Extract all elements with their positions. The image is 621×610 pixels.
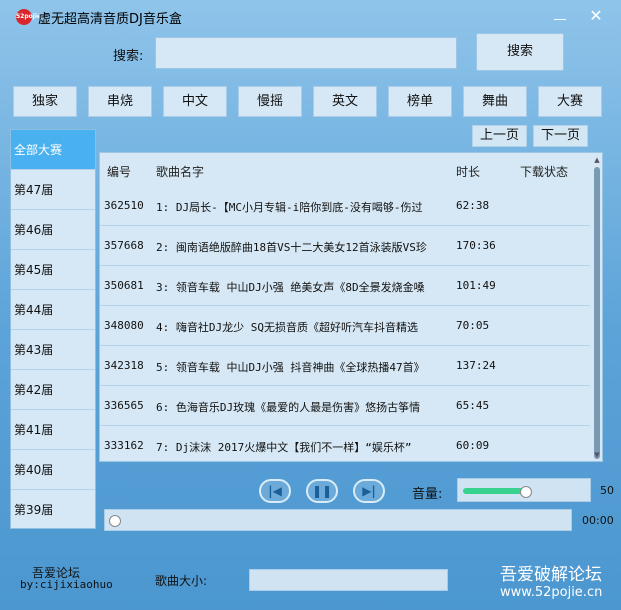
contest-list-item[interactable]: 第44届 xyxy=(11,290,95,330)
prev-page-button[interactable]: 上一页 xyxy=(472,125,527,147)
song-name: 3: 领音车载 中山DJ小强 绝美女声《8D全景发烧金嗓 xyxy=(156,281,425,294)
contest-list-item[interactable]: 第41届 xyxy=(11,410,95,450)
song-name: 4: 嗨音社DJ龙少 SQ无损音质《超好听汽车抖音精选 xyxy=(156,321,418,334)
song-id: 336565 xyxy=(104,399,144,412)
search-label: 搜索: xyxy=(113,49,144,64)
watermark-url: www.52pojie.cn xyxy=(500,585,603,600)
song-duration: 137:24 xyxy=(456,359,496,372)
table-scrollbar[interactable] xyxy=(594,167,600,459)
category-button[interactable]: 大赛 xyxy=(538,86,602,117)
contest-list[interactable]: 全部大赛 第47届 第46届 第45届 第44届 第43届 第42届 第41届 … xyxy=(10,129,96,529)
volume-fill xyxy=(463,488,525,494)
category-button[interactable]: 舞曲 xyxy=(463,86,527,117)
skip-forward-icon: ▶| xyxy=(362,484,376,498)
song-table[interactable]: 编号 歌曲名字 时长 下载状态 362510 1: DJ局长-【MC小月专辑-i… xyxy=(99,152,603,462)
contest-list-item[interactable]: 第46届 xyxy=(11,210,95,250)
category-button[interactable]: 中文 xyxy=(163,86,227,117)
watermark-title: 吾爱破解论坛 xyxy=(500,565,602,585)
column-header-name[interactable]: 歌曲名字 xyxy=(156,163,204,180)
column-header-duration[interactable]: 时长 xyxy=(456,163,480,180)
title-bar[interactable]: 52pojie 虚无超高清音质DJ音乐盒 ✕ xyxy=(0,0,621,32)
contest-list-item[interactable]: 第40届 xyxy=(11,450,95,490)
song-name: 2: 闽南语绝版醉曲18首VS十二大美女12首泳装版VS珍 xyxy=(156,241,427,254)
search-button[interactable]: 搜索 xyxy=(476,33,564,71)
scroll-up-icon[interactable]: ▲ xyxy=(594,157,600,164)
song-duration: 65:45 xyxy=(456,399,490,412)
progress-slider[interactable] xyxy=(104,509,572,531)
column-header-id[interactable]: 编号 xyxy=(107,163,131,180)
next-track-button[interactable]: ▶| xyxy=(353,479,385,503)
app-logo-icon: 52pojie xyxy=(16,9,41,25)
contest-list-item[interactable]: 第42届 xyxy=(11,370,95,410)
song-duration: 62:38 xyxy=(456,199,490,212)
table-row[interactable]: 348080 4: 嗨音社DJ龙少 SQ无损音质《超好听汽车抖音精选 70:05 xyxy=(100,306,590,346)
song-name: 1: DJ局长-【MC小月专辑-i陪你到底-没有喝够-伤过 xyxy=(156,201,423,214)
category-button[interactable]: 慢摇 xyxy=(238,86,302,117)
table-row[interactable]: 336565 6: 色海音乐DJ玫瑰《最爱的人最是伤害》悠扬古筝情 65:45 xyxy=(100,386,590,426)
table-row[interactable]: 350681 3: 领音车载 中山DJ小强 绝美女声《8D全景发烧金嗓 101:… xyxy=(100,266,590,306)
search-input[interactable] xyxy=(155,37,457,69)
song-id: 342318 xyxy=(104,359,144,372)
song-id: 362510 xyxy=(104,199,144,212)
window-title: 虚无超高清音质DJ音乐盒 xyxy=(38,12,182,27)
volume-label: 音量: xyxy=(412,487,443,502)
song-duration: 60:09 xyxy=(456,439,490,452)
song-size-label: 歌曲大小: xyxy=(155,574,208,588)
progress-knob[interactable] xyxy=(109,515,121,527)
contest-list-item[interactable]: 全部大赛 xyxy=(11,130,95,170)
pause-icon: ❚❚ xyxy=(311,484,333,498)
song-duration: 70:05 xyxy=(456,319,490,332)
pause-button[interactable]: ❚❚ xyxy=(306,479,338,503)
next-page-button[interactable]: 下一页 xyxy=(533,125,588,147)
song-id: 333162 xyxy=(104,439,144,452)
contest-list-item[interactable]: 第47届 xyxy=(11,170,95,210)
song-name: 7: Dj沫沫 2017火爆中文【我们不一样】“娱乐杯” xyxy=(156,441,412,454)
song-id: 348080 xyxy=(104,319,144,332)
minimize-button[interactable] xyxy=(549,6,571,26)
song-duration: 101:49 xyxy=(456,279,496,292)
category-button[interactable]: 榜单 xyxy=(388,86,452,117)
song-id: 350681 xyxy=(104,279,144,292)
song-name: 5: 领音车载 中山DJ小强 抖音神曲《全球热播47首》 xyxy=(156,361,425,374)
volume-slider[interactable] xyxy=(457,478,591,502)
table-row[interactable]: 342318 5: 领音车载 中山DJ小强 抖音神曲《全球热播47首》 137:… xyxy=(100,346,590,386)
author-credit: by:cijixiaohuo xyxy=(20,578,113,591)
contest-list-item[interactable]: 第43届 xyxy=(11,330,95,370)
song-id: 357668 xyxy=(104,239,144,252)
song-duration: 170:36 xyxy=(456,239,496,252)
table-row[interactable]: 357668 2: 闽南语绝版醉曲18首VS十二大美女12首泳装版VS珍 170… xyxy=(100,226,590,266)
volume-value: 50 xyxy=(600,484,614,497)
close-button[interactable]: ✕ xyxy=(585,5,607,27)
column-header-download[interactable]: 下载状态 xyxy=(520,163,568,180)
table-row[interactable]: 362510 1: DJ局长-【MC小月专辑-i陪你到底-没有喝够-伤过 62:… xyxy=(100,186,590,226)
contest-list-item[interactable]: 第45届 xyxy=(11,250,95,290)
volume-knob[interactable] xyxy=(520,486,532,498)
contest-list-item[interactable]: 第39届 xyxy=(11,490,95,528)
scroll-down-icon[interactable]: ▼ xyxy=(594,452,600,459)
previous-track-button[interactable]: |◀ xyxy=(259,479,291,503)
song-name: 6: 色海音乐DJ玫瑰《最爱的人最是伤害》悠扬古筝情 xyxy=(156,401,421,414)
category-button[interactable]: 英文 xyxy=(313,86,377,117)
skip-back-icon: |◀ xyxy=(268,484,282,498)
song-size-field xyxy=(249,569,448,591)
table-row[interactable]: 333162 7: Dj沫沫 2017火爆中文【我们不一样】“娱乐杯” 60:0… xyxy=(100,426,590,461)
category-button[interactable]: 独家 xyxy=(13,86,77,117)
category-button[interactable]: 串烧 xyxy=(88,86,152,117)
playback-time: 00:00 xyxy=(582,514,614,527)
